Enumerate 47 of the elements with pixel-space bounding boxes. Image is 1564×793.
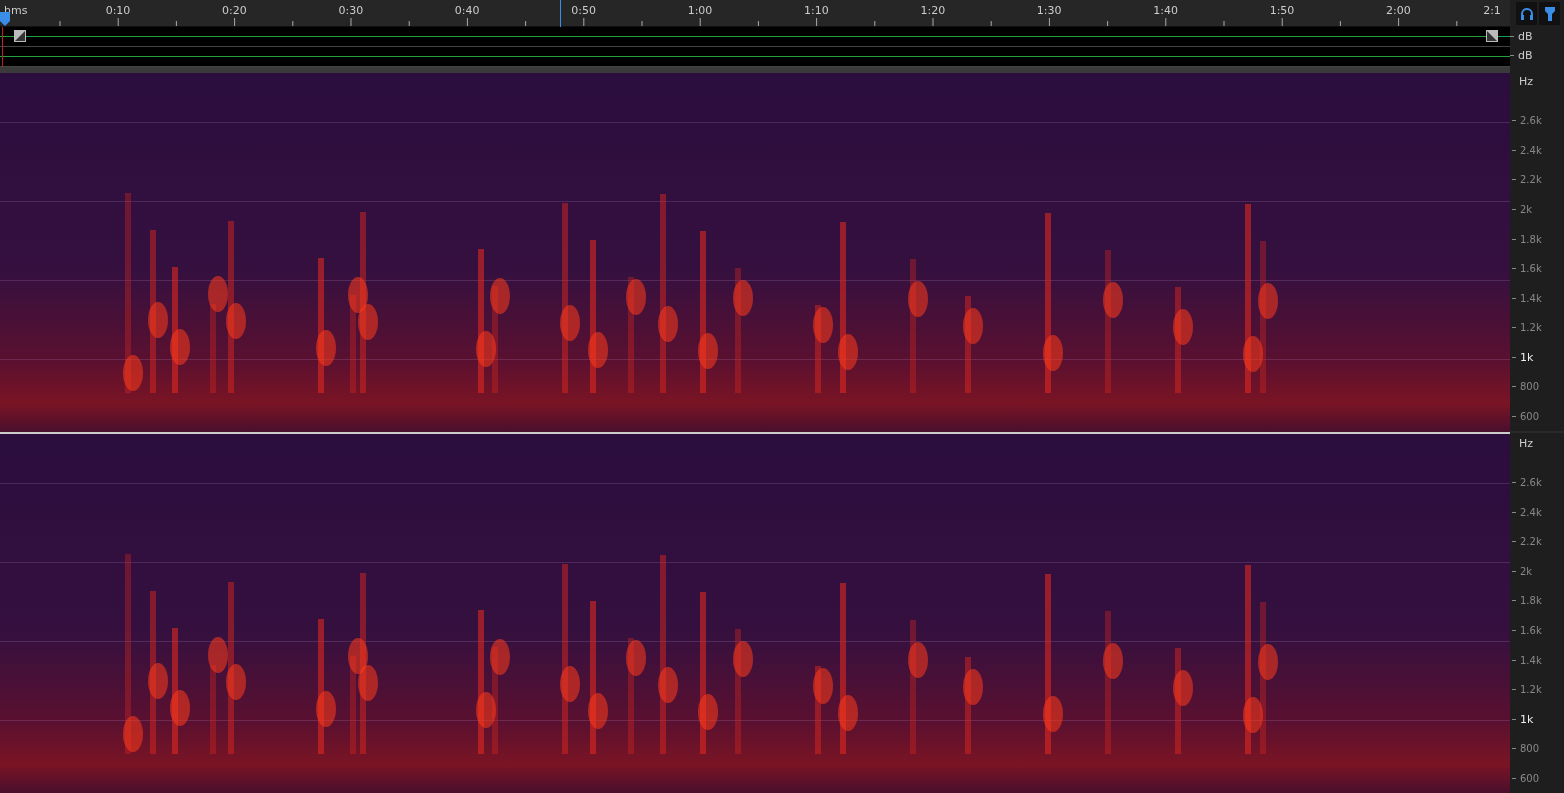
lane-unit-label: dB (1518, 29, 1533, 43)
envelope-line[interactable] (0, 55, 1510, 57)
frequency-label: 1.8k (1520, 233, 1542, 245)
time-label: 1:30 (1035, 4, 1063, 17)
time-label: 1:40 (1152, 4, 1179, 17)
frequency-label: 2.4k (1520, 506, 1542, 518)
frequency-label: 800 (1520, 743, 1540, 755)
frequency-label: 600 (1520, 772, 1540, 784)
envelope-line[interactable] (0, 35, 1510, 37)
time-label: 2:00 (1385, 4, 1412, 17)
frequency-label: 1.6k (1520, 263, 1542, 275)
frequency-label: 1.4k (1520, 292, 1542, 304)
time-label: 0:40 (453, 4, 481, 17)
keyframe-icon[interactable] (1486, 29, 1498, 42)
frequency-label: 2k (1520, 565, 1533, 577)
frequency-label: 2.6k (1520, 115, 1542, 127)
playhead-line (560, 0, 561, 27)
time-label: 1:50 (1268, 4, 1296, 17)
frequency-label: 1k (1520, 350, 1534, 364)
frequency-label: 2.2k (1520, 536, 1542, 548)
frequency-label: 1.2k (1520, 684, 1542, 696)
frequency-label: 1.2k (1520, 322, 1542, 334)
axis-unit: Hz (1518, 74, 1535, 91)
time-label: 1:10 (803, 4, 830, 17)
playhead-marker-icon[interactable] (0, 12, 10, 26)
start-cursor-line (2, 26, 3, 67)
frequency-label: 1.8k (1520, 595, 1542, 607)
lane-unit-label: dB (1518, 49, 1533, 62)
frequency-label: 1.4k (1520, 654, 1542, 666)
frequency-label: 1.6k (1520, 625, 1542, 636)
time-label: 1:00 (686, 4, 714, 17)
time-label: 0:50 (570, 4, 597, 17)
frequency-label: 2.6k (1520, 477, 1542, 489)
time-label: 1:20 (919, 4, 947, 17)
axis-unit: Hz (1518, 436, 1535, 452)
frequency-label: 2.2k (1520, 174, 1542, 186)
frequency-label: 2k (1520, 203, 1533, 215)
headphones-icon[interactable] (1516, 2, 1537, 25)
time-label: 2:1 (1482, 4, 1502, 17)
time-label: 0:10 (104, 4, 132, 17)
frequency-label: 2.4k (1520, 144, 1542, 156)
frequency-label: 800 (1520, 381, 1540, 393)
time-label: 0:20 (221, 4, 248, 17)
keyframe-icon[interactable] (14, 29, 26, 42)
time-label: 0:30 (337, 4, 365, 17)
frequency-label: 600 (1520, 410, 1540, 422)
frequency-label: 1k (1520, 712, 1534, 726)
